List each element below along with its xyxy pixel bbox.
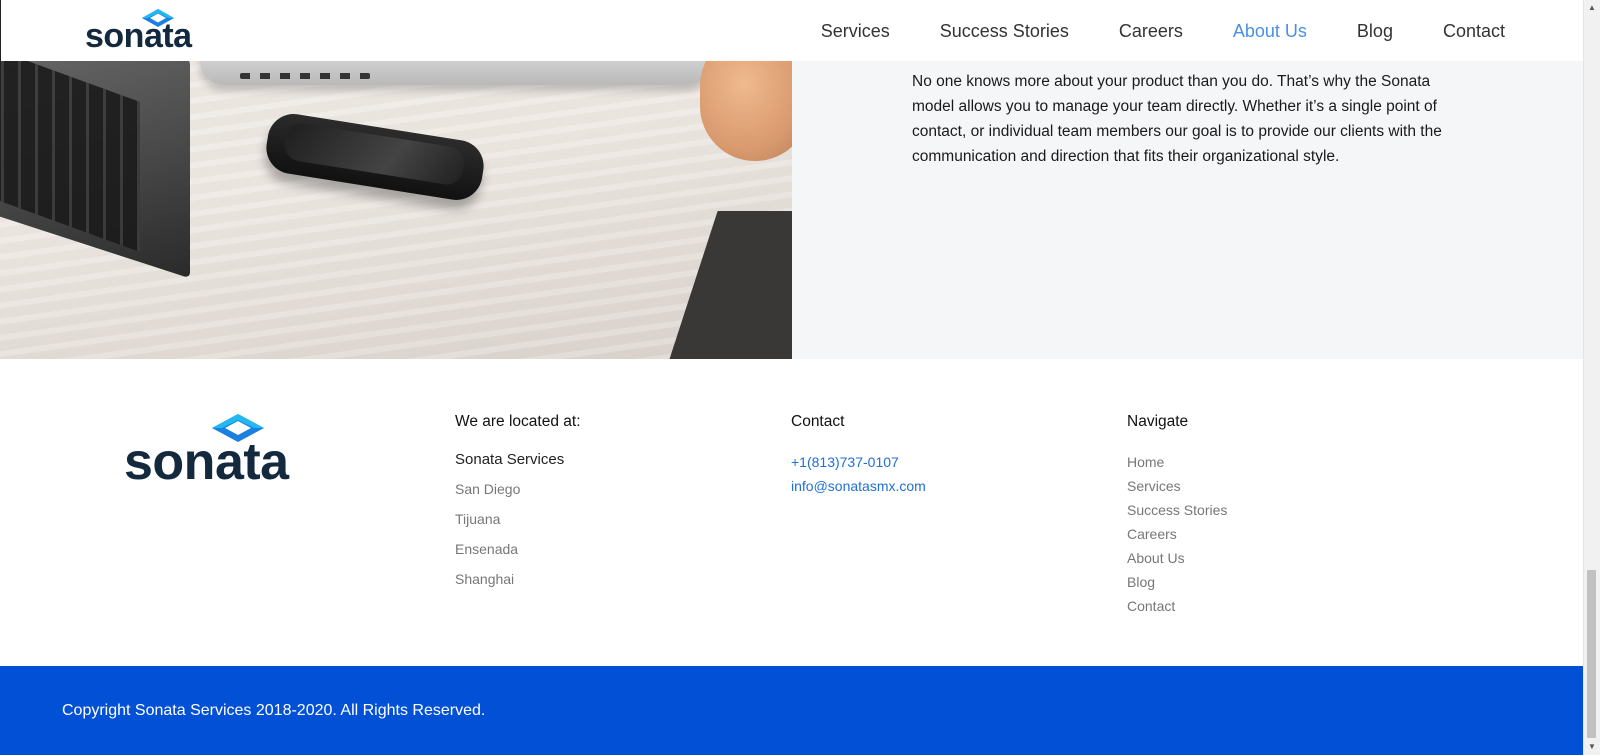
header-logo[interactable]: sonata	[85, 9, 205, 53]
city-tijuana: Tijuana	[455, 511, 501, 527]
logo-wordmark: sonata	[85, 17, 192, 55]
nav-contact[interactable]: Contact	[1443, 21, 1505, 41]
site-header: sonata Services Success Stories Careers …	[0, 0, 1583, 61]
nav-services[interactable]: Services	[821, 21, 890, 41]
footer-link-home[interactable]: Home	[1127, 450, 1227, 474]
footer-contact: Contact +1(813)737-0107 info@sonatasmx.c…	[791, 412, 926, 498]
page: sonata Services Success Stories Careers …	[0, 0, 1583, 755]
navigate-heading: Navigate	[1127, 413, 1189, 430]
scroll-down-arrow-icon[interactable]: ▼	[1584, 739, 1600, 755]
copyright-text: Copyright Sonata Services 2018-2020. All…	[62, 702, 486, 719]
city-shanghai: Shanghai	[455, 571, 515, 587]
desk-photo	[0, 61, 792, 359]
footer-link-careers[interactable]: Careers	[1127, 522, 1227, 546]
location-heading: We are located at:	[455, 413, 581, 430]
footer-link-services[interactable]: Services	[1127, 474, 1227, 498]
scroll-up-arrow-icon[interactable]: ▲	[1584, 0, 1600, 16]
footer-link-about-us[interactable]: About Us	[1127, 546, 1227, 570]
company-name: Sonata Services	[455, 451, 565, 468]
footer-logo[interactable]: sonata	[124, 414, 324, 494]
footer-location: We are located at: Sonata Services San D…	[455, 412, 581, 594]
page-scrollbar[interactable]: ▲ ▼	[1583, 0, 1600, 755]
footer-link-contact[interactable]: Contact	[1127, 594, 1227, 618]
nav-success-stories[interactable]: Success Stories	[940, 21, 1069, 41]
footer-link-blog[interactable]: Blog	[1127, 570, 1227, 594]
main-nav: Services Success Stories Careers About U…	[771, 0, 1505, 61]
about-paragraph: No one knows more about your product tha…	[912, 73, 1442, 165]
logo-wordmark: sonata	[124, 433, 289, 491]
site-footer: sonata We are located at: Sonata Service…	[0, 359, 1583, 666]
about-copy: No one knows more about your product tha…	[792, 61, 1583, 359]
contact-heading: Contact	[791, 413, 845, 430]
city-san-diego: San Diego	[455, 481, 521, 497]
footer-navigate: Navigate Home Services Success Stories C…	[1127, 412, 1227, 618]
nav-blog[interactable]: Blog	[1357, 21, 1393, 41]
phone-link[interactable]: +1(813)737-0107	[791, 450, 926, 474]
nav-careers[interactable]: Careers	[1119, 21, 1183, 41]
email-link[interactable]: info@sonatasmx.com	[791, 474, 926, 498]
scrollbar-thumb[interactable]	[1587, 570, 1596, 738]
nav-about-us[interactable]: About Us	[1233, 21, 1307, 41]
copyright-bar: Copyright Sonata Services 2018-2020. All…	[0, 666, 1583, 755]
footer-link-success-stories[interactable]: Success Stories	[1127, 498, 1227, 522]
city-ensenada: Ensenada	[455, 541, 519, 557]
about-section: No one knows more about your product tha…	[0, 61, 1583, 360]
